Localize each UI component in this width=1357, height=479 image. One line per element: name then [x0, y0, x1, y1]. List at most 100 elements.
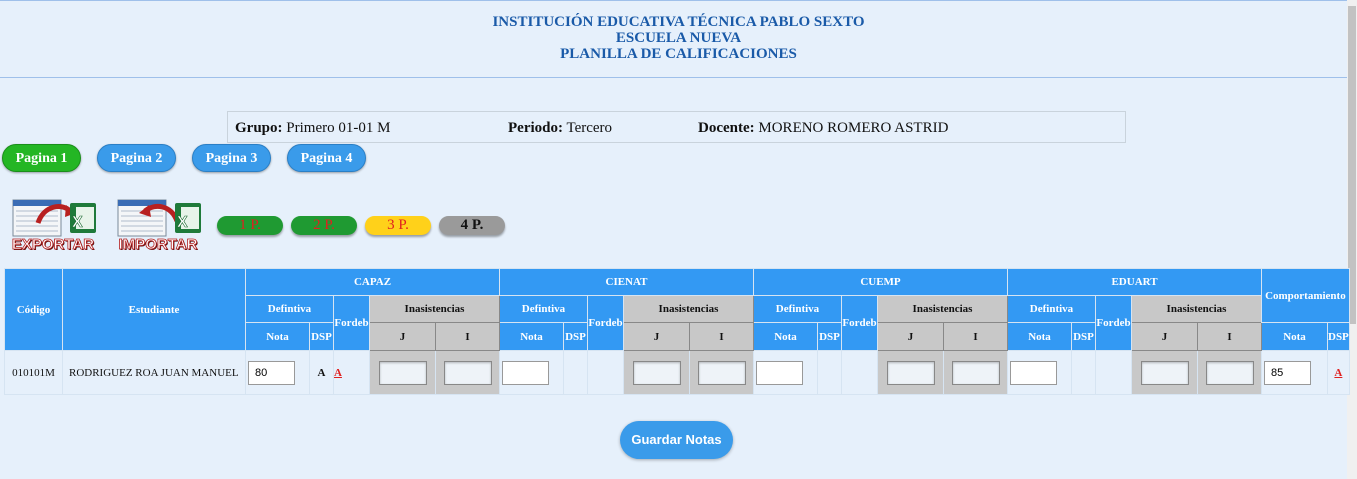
- page-button-1[interactable]: Pagina 1: [2, 144, 81, 172]
- comportamiento-dsp-link[interactable]: A: [1334, 367, 1342, 379]
- cuemp-i-cell: [943, 350, 1008, 395]
- nota-header: Nota: [753, 322, 818, 351]
- page-button-3[interactable]: Pagina 3: [192, 144, 271, 172]
- comportamiento-dsp-cell: A: [1327, 350, 1350, 395]
- definitiva-header: Defintiva: [499, 295, 588, 323]
- grades-table: Código Estudiante CAPAZ CIENAT CUEMP EDU…: [4, 268, 1350, 395]
- i-header: I: [1197, 322, 1262, 351]
- nota-header: Nota: [499, 322, 564, 351]
- cienat-dsp-cell: [563, 350, 588, 395]
- save-grades-button[interactable]: Guardar Notas: [620, 421, 733, 459]
- page-header: INSTITUCIÓN EDUCATIVA TÉCNICA PABLO SEXT…: [0, 0, 1357, 78]
- i-header: I: [943, 322, 1008, 351]
- fordeb-header: Fordeb: [587, 295, 624, 351]
- docente-info: Docente: MORENO ROMERO ASTRID: [698, 120, 948, 137]
- estudiante-header: Estudiante: [62, 268, 246, 351]
- estudiante-cell: RODRIGUEZ ROA JUAN MANUEL: [62, 350, 246, 395]
- grupo-value: Primero 01-01 M: [286, 120, 391, 136]
- codigo-header: Código: [4, 268, 63, 351]
- period-button-4[interactable]: 4 P.: [439, 216, 505, 235]
- capaz-desempeno: A: [309, 350, 334, 395]
- vertical-scrollbar[interactable]: [1347, 0, 1357, 479]
- cuemp-i-input[interactable]: [951, 360, 1000, 385]
- cuemp-nota-cell: [753, 350, 818, 395]
- cienat-nota-cell: [499, 350, 564, 395]
- period-button-3[interactable]: 3 P.: [365, 216, 431, 235]
- subject-header-cienat: CIENAT: [499, 268, 754, 296]
- nota-header: Nota: [245, 322, 310, 351]
- capaz-dsp-link[interactable]: A: [334, 367, 342, 379]
- inasistencias-header: Inasistencias: [877, 295, 1008, 323]
- j-header: J: [877, 322, 944, 351]
- dsp-header: DSP: [309, 322, 334, 351]
- capaz-i-cell: [435, 350, 500, 395]
- definitiva-header: Defintiva: [753, 295, 842, 323]
- fordeb-header: Fordeb: [1095, 295, 1132, 351]
- i-header: I: [435, 322, 500, 351]
- period-button-1[interactable]: 1 P.: [217, 216, 283, 235]
- grupo-info: Grupo: Primero 01-01 M: [235, 120, 390, 137]
- grupo-label: Grupo:: [235, 120, 283, 136]
- inasistencias-header: Inasistencias: [1131, 295, 1262, 323]
- dsp-header: DSP: [1327, 322, 1350, 351]
- dsp-header: DSP: [817, 322, 842, 351]
- export-excel-button[interactable]: X EXPORTAR: [10, 197, 100, 253]
- cienat-i-cell: [689, 350, 754, 395]
- definitiva-header: Defintiva: [245, 295, 334, 323]
- cuemp-j-cell: [877, 350, 944, 395]
- capaz-nota-input[interactable]: [248, 360, 295, 385]
- docente-value: MORENO ROMERO ASTRID: [758, 120, 949, 136]
- table-row: 010101M RODRIGUEZ ROA JUAN MANUEL A A A: [4, 350, 1350, 395]
- period-button-2[interactable]: 2 P.: [291, 216, 357, 235]
- cienat-i-input[interactable]: [697, 360, 746, 385]
- eduart-j-input[interactable]: [1140, 360, 1189, 385]
- eduart-dsp-cell: [1071, 350, 1096, 395]
- page-button-4[interactable]: Pagina 4: [287, 144, 366, 172]
- institution-title: INSTITUCIÓN EDUCATIVA TÉCNICA PABLO SEXT…: [492, 14, 865, 30]
- cienat-nota-input[interactable]: [502, 360, 549, 385]
- nota-header: Nota: [1007, 322, 1072, 351]
- eduart-fordeb-cell: [1095, 350, 1132, 395]
- capaz-i-input[interactable]: [443, 360, 492, 385]
- eduart-nota-input[interactable]: [1010, 360, 1057, 385]
- cuemp-nota-input[interactable]: [756, 360, 803, 385]
- eduart-i-input[interactable]: [1205, 360, 1254, 385]
- periodo-value: Tercero: [566, 120, 613, 136]
- capaz-fordeb-cell: A: [333, 350, 370, 395]
- cienat-j-input[interactable]: [632, 360, 681, 385]
- subject-header-capaz: CAPAZ: [245, 268, 500, 296]
- codigo-cell: 010101M: [4, 350, 63, 395]
- comportamiento-nota-cell: [1261, 350, 1328, 395]
- eduart-nota-cell: [1007, 350, 1072, 395]
- cuemp-j-input[interactable]: [886, 360, 935, 385]
- periodo-label: Periodo:: [508, 120, 563, 136]
- cuemp-dsp-cell: [817, 350, 842, 395]
- export-label: EXPORTAR: [11, 236, 95, 254]
- import-label: IMPORTAR: [118, 236, 198, 254]
- form-title: PLANILLA DE CALIFICACIONES: [560, 46, 797, 62]
- cienat-fordeb-cell: [587, 350, 624, 395]
- eduart-j-cell: [1131, 350, 1198, 395]
- inasistencias-header: Inasistencias: [369, 295, 500, 323]
- j-header: J: [1131, 322, 1198, 351]
- j-header: J: [623, 322, 690, 351]
- comportamiento-nota-input[interactable]: [1264, 360, 1311, 385]
- subject-header-cuemp: CUEMP: [753, 268, 1008, 296]
- fordeb-header: Fordeb: [841, 295, 878, 351]
- j-header: J: [369, 322, 436, 351]
- docente-label: Docente:: [698, 120, 755, 136]
- comportamiento-header: Comportamiento: [1261, 268, 1350, 323]
- periodo-info: Periodo: Tercero: [508, 120, 612, 137]
- dsp-header: DSP: [1071, 322, 1096, 351]
- capaz-j-input[interactable]: [378, 360, 427, 385]
- fordeb-header: Fordeb: [333, 295, 370, 351]
- eduart-i-cell: [1197, 350, 1262, 395]
- cienat-j-cell: [623, 350, 690, 395]
- page-button-2[interactable]: Pagina 2: [97, 144, 176, 172]
- nota-header: Nota: [1261, 322, 1328, 351]
- import-excel-button[interactable]: X IMPORTAR: [115, 197, 205, 253]
- capaz-nota-cell: [245, 350, 310, 395]
- definitiva-header: Defintiva: [1007, 295, 1096, 323]
- inasistencias-header: Inasistencias: [623, 295, 754, 323]
- cuemp-fordeb-cell: [841, 350, 878, 395]
